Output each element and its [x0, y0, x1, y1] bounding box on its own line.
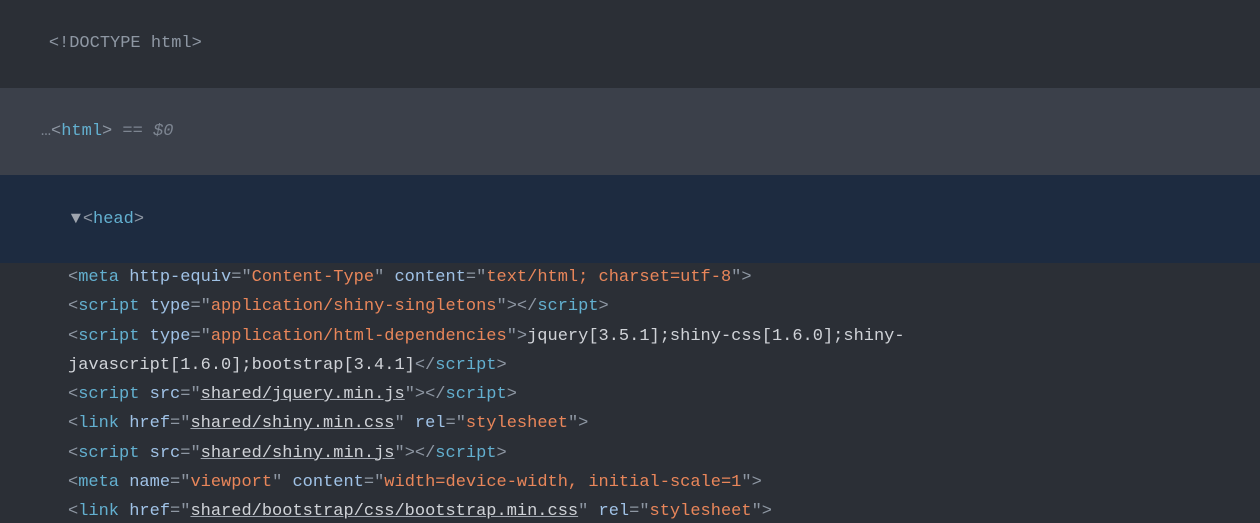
- attr-value: Content-Type: [252, 268, 374, 287]
- attr-name: rel: [599, 502, 630, 521]
- dom-node-line[interactable]: <meta http-equiv="Content-Type" content=…: [0, 263, 1260, 292]
- elements-panel[interactable]: <!DOCTYPE html> …<html> == $0 ▼<head> <m…: [0, 0, 1260, 523]
- dom-node-line[interactable]: javascript[1.6.0];bootstrap[3.4.1]</scri…: [0, 351, 1260, 380]
- text-node: javascript[1.6.0];bootstrap[3.4.1]: [68, 356, 415, 375]
- attr-name: type: [150, 297, 191, 316]
- attr-name: type: [150, 327, 191, 346]
- attr-value: shared/bootstrap/css/bootstrap.min.css: [190, 502, 578, 521]
- tag-meta: meta: [78, 268, 119, 287]
- dom-node-line[interactable]: <script src="shared/jquery.min.js"></scr…: [0, 380, 1260, 409]
- dollar-zero: $0: [153, 122, 173, 141]
- tag-link: link: [78, 414, 119, 433]
- close-script: script: [435, 444, 496, 463]
- ellipsis-icon: …: [41, 122, 51, 141]
- attr-name: src: [150, 385, 181, 404]
- attr-value: viewport: [190, 473, 272, 492]
- tag-script: script: [78, 297, 139, 316]
- attr-name: name: [129, 473, 170, 492]
- text-node: jquery[3.5.1];shiny-css[1.6.0];shiny-: [527, 327, 904, 346]
- attr-value: application/shiny-singletons: [211, 297, 497, 316]
- tag-script: script: [78, 327, 139, 346]
- tag-script: script: [78, 385, 139, 404]
- dom-node-line[interactable]: <meta name="viewport" content="width=dev…: [0, 468, 1260, 497]
- head-open-line[interactable]: ▼<head>: [0, 175, 1260, 263]
- doctype-text: <!DOCTYPE html>: [49, 34, 202, 53]
- close-script: script: [537, 297, 598, 316]
- attr-value: shared/shiny.min.js: [201, 444, 395, 463]
- attr-name: src: [150, 444, 181, 463]
- eq-marker: ==: [112, 122, 153, 141]
- dom-node-line[interactable]: <link href="shared/shiny.min.css" rel="s…: [0, 409, 1260, 438]
- html-tagname: html: [61, 122, 102, 141]
- close-script: script: [446, 385, 507, 404]
- tag-script: script: [78, 444, 139, 463]
- html-root-line[interactable]: …<html> == $0: [0, 88, 1260, 176]
- attr-value: text/html; charset=utf-8: [486, 268, 731, 287]
- dom-node-line[interactable]: <link href="shared/bootstrap/css/bootstr…: [0, 497, 1260, 523]
- attr-name: http-equiv: [129, 268, 231, 287]
- attr-value: stylesheet: [466, 414, 568, 433]
- attr-value: shared/jquery.min.js: [201, 385, 405, 404]
- attr-name: href: [129, 502, 170, 521]
- attr-name: rel: [415, 414, 446, 433]
- doctype-line[interactable]: <!DOCTYPE html>: [0, 0, 1260, 88]
- tag-link: link: [78, 502, 119, 521]
- attr-name: content: [394, 268, 465, 287]
- dom-node-line[interactable]: <script type="application/shiny-singleto…: [0, 292, 1260, 321]
- attr-value: shared/shiny.min.css: [190, 414, 394, 433]
- dom-node-line[interactable]: <script src="shared/shiny.min.js"></scri…: [0, 439, 1260, 468]
- attr-value: application/html-dependencies: [211, 327, 507, 346]
- tag-meta: meta: [78, 473, 119, 492]
- attr-name: href: [129, 414, 170, 433]
- attr-value: stylesheet: [650, 502, 752, 521]
- close-script: script: [435, 356, 496, 375]
- head-tagname: head: [93, 210, 134, 229]
- expand-arrow-icon[interactable]: ▼: [69, 205, 83, 234]
- head-children: <meta http-equiv="Content-Type" content=…: [0, 263, 1260, 523]
- attr-value: width=device-width, initial-scale=1: [384, 473, 741, 492]
- dom-node-line[interactable]: <script type="application/html-dependenc…: [0, 322, 1260, 351]
- attr-name: content: [292, 473, 363, 492]
